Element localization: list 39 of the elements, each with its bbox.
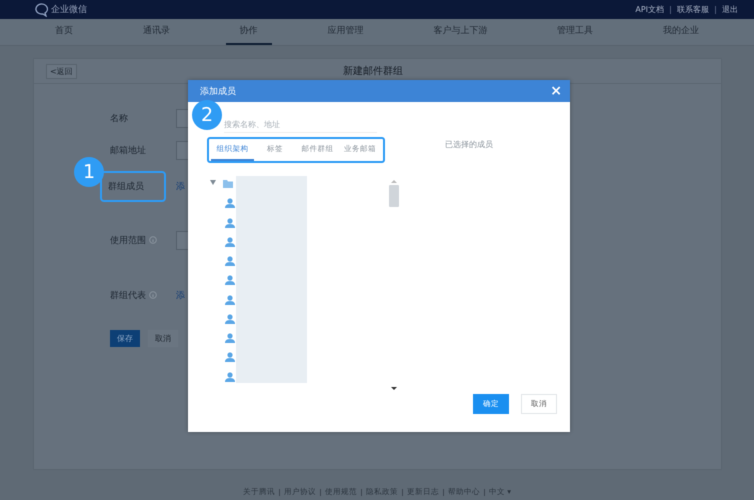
chat-bubble-icon xyxy=(34,2,48,16)
header-link[interactable]: 退出 xyxy=(722,4,738,15)
field-label: 群组代表 xyxy=(110,290,146,302)
back-button[interactable]: <返回 xyxy=(46,64,77,78)
close-button[interactable]: × xyxy=(550,84,562,98)
save-button[interactable]: 保存 xyxy=(110,330,140,347)
field-label: 邮箱地址 xyxy=(110,144,146,156)
logo: 企业微信 xyxy=(51,4,87,16)
scrollbar-thumb[interactable] xyxy=(389,185,399,207)
field-label: 名称 xyxy=(110,112,128,124)
cancel-button[interactable]: 取消 xyxy=(148,330,178,347)
page-title: 新建邮件群组 xyxy=(342,64,404,78)
header-link[interactable]: API文档 xyxy=(635,4,664,15)
person-icon xyxy=(225,352,235,362)
person-icon xyxy=(225,314,235,324)
folder-icon xyxy=(223,179,233,188)
person-icon xyxy=(225,275,235,286)
scroll-down-icon xyxy=(391,386,397,391)
nav-tab[interactable]: 通讯录 xyxy=(128,19,184,45)
modal-title: 添加成员 xyxy=(200,86,236,98)
person-icon xyxy=(225,372,235,382)
nav-tab[interactable]: 客户与上下游 xyxy=(419,19,502,45)
person-icon xyxy=(225,256,235,266)
nav-tab[interactable]: 应用管理 xyxy=(313,19,378,45)
add-link[interactable]: 添 xyxy=(176,180,185,192)
selected-members-title: 已选择的成员 xyxy=(445,139,494,150)
nav-tab[interactable]: 我的企业 xyxy=(648,19,713,45)
person-icon xyxy=(225,218,235,228)
nav-tab[interactable]: 首页 xyxy=(40,19,87,45)
nav-tab[interactable]: 管理工具 xyxy=(543,19,608,45)
person-icon xyxy=(225,333,235,344)
add-link[interactable]: 添 xyxy=(176,288,185,302)
person-icon xyxy=(225,236,235,247)
person-icon xyxy=(225,198,235,208)
person-icon xyxy=(225,294,235,305)
header-link[interactable]: 联系客服 xyxy=(677,4,709,15)
field-label: 群组成员 xyxy=(102,172,164,200)
nav-tab[interactable]: 协作 xyxy=(226,19,272,45)
field-label: 使用范围 xyxy=(110,234,146,246)
